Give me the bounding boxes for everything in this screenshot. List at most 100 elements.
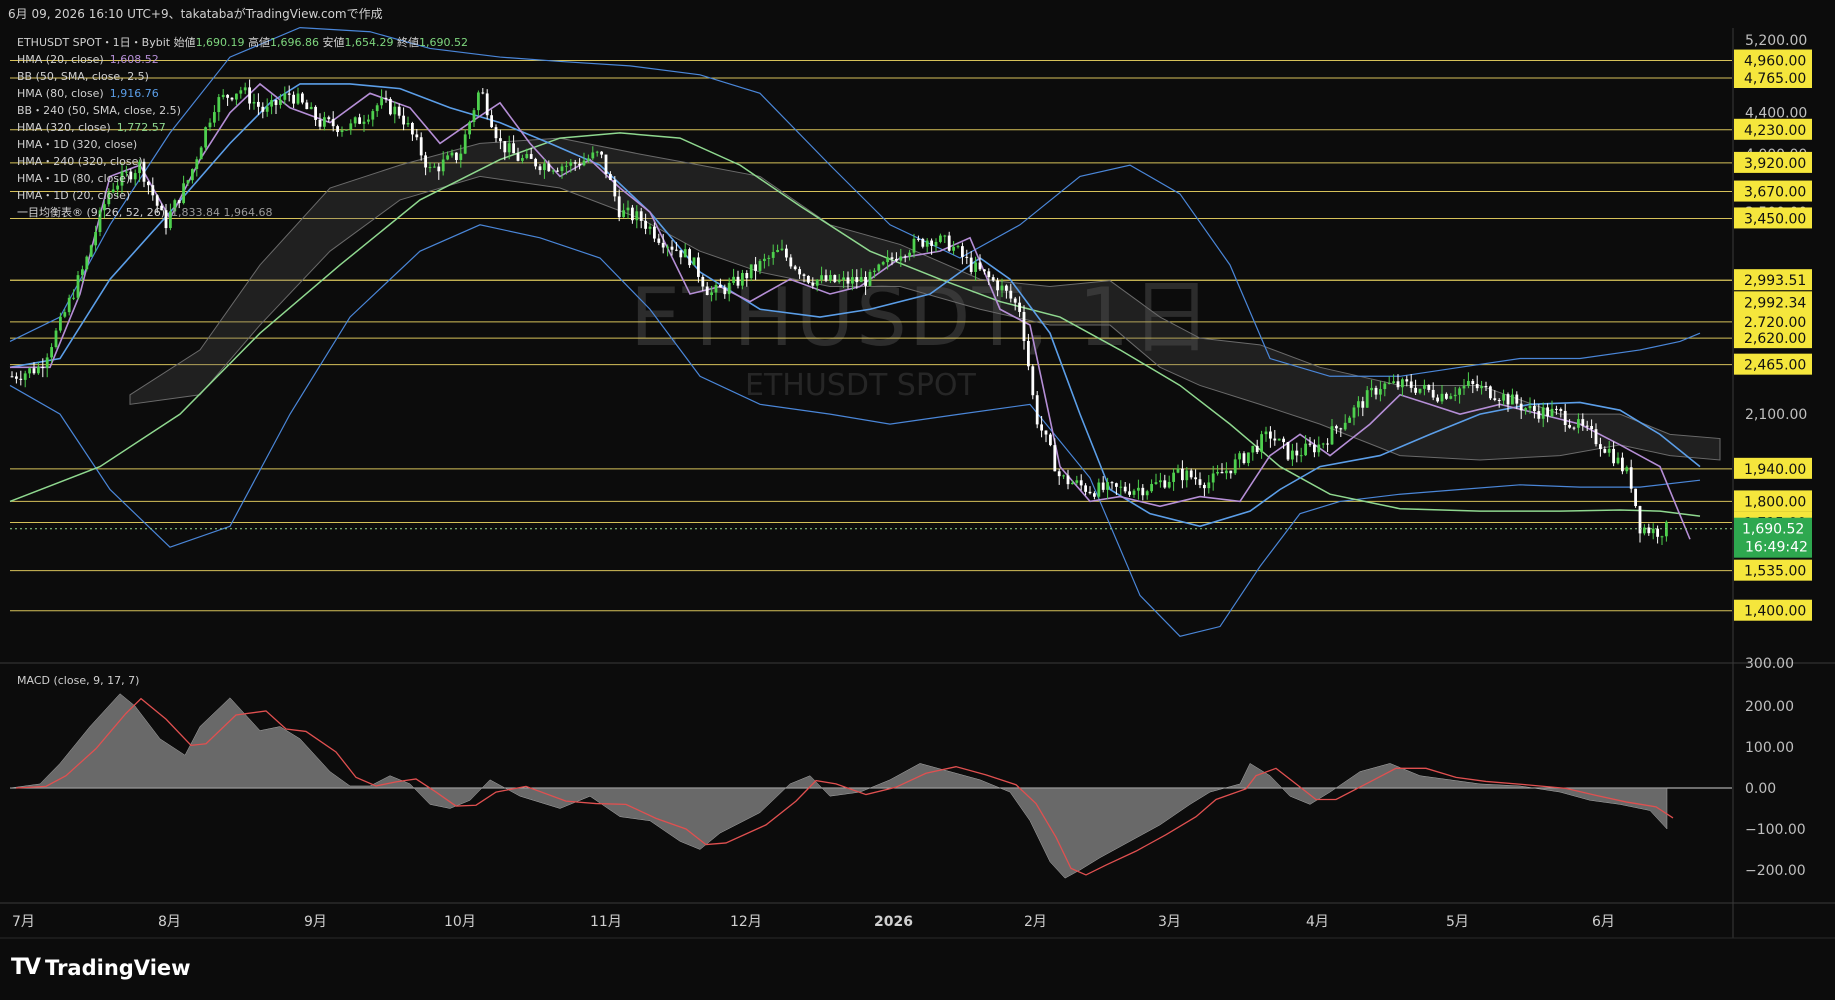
candle-body [1418,388,1422,393]
candle-body [1484,385,1488,387]
candle-body [1607,448,1611,453]
time-axis-label: 8月 [158,914,181,930]
candle-body [41,366,45,369]
candle-body [1075,480,1079,483]
candle-body [1383,383,1387,390]
candle-body [1128,491,1131,495]
candle-body [1436,397,1439,402]
candle-body [1181,468,1184,481]
candle-body [1022,311,1026,341]
candle-body [525,154,529,159]
candle-body [1480,385,1483,389]
candle-body [507,143,511,153]
open-label: 始値 [173,36,196,49]
legend-item[interactable]: BB (50, SMA, close, 2.5) [17,68,468,85]
candle-body [609,174,612,180]
legend-item-value: 1,833.84 1,964.68 [171,206,273,219]
candle-body [1005,285,1008,291]
candle-body [925,240,929,247]
candle-body [1062,475,1065,477]
legend-item[interactable]: HMA・1D (80, close) [17,170,468,187]
candle-body [1216,472,1219,474]
candle-body [855,277,859,283]
candle-body [499,138,502,142]
candle-body [622,210,625,218]
legend-item[interactable]: HMA (80, close) 1,916.76 [17,85,468,102]
candle-body [1066,475,1070,485]
indicator-legend: ETHUSDT SPOT・1日・Bybit 始値1,690.19 高値1,696… [17,34,468,221]
candle-body [903,256,907,258]
candle-body [72,297,75,299]
time-axis-label: 5月 [1446,914,1469,930]
low-value: 1,654.29 [344,36,394,49]
high-label: 高値 [248,36,271,49]
candle-body [1387,382,1391,384]
candle-body [1339,428,1343,430]
candle-body [1220,472,1224,474]
tradingview-logo[interactable]: TV TradingView [11,955,191,980]
candle-body [1225,470,1228,474]
candle-body [1537,411,1541,419]
open-value: 1,690.19 [195,36,245,49]
candle-body [1594,429,1598,445]
candle-body [1299,455,1303,457]
candle-body [1541,407,1545,419]
candle-body [776,249,779,253]
legend-item[interactable]: BB・240 (50, SMA, close, 2.5) [17,102,468,119]
legend-item[interactable]: HMA・1D (320, close) [17,136,468,153]
candle-body [85,256,89,270]
candle-body [1647,527,1651,534]
candle-body [1009,290,1013,299]
candle-body [1330,426,1334,445]
candle-body [833,275,837,282]
level-label-text: 2,993.51 [1744,273,1806,289]
legend-item-value: 1,772.57 [116,121,166,134]
candle-body [983,269,986,272]
candle-body [710,292,713,296]
candle-body [547,163,551,172]
legend-item[interactable]: HMA・1D (20, close) [17,187,468,204]
legend-item-value: 1,608.52 [109,53,159,66]
candle-body [1625,467,1629,472]
level-label-text: 4,230.00 [1744,123,1806,139]
candle-body [1260,434,1263,453]
candle-body [719,284,722,288]
legend-item-label: HMA・1D (320, close) [17,138,138,151]
candle-body [1568,424,1571,428]
candle-body [1379,389,1382,395]
candle-body [1396,381,1400,388]
time-axis-label: 2月 [1024,914,1047,930]
candle-body [1027,340,1030,367]
time-axis-label: 9月 [304,914,327,930]
legend-item-label: BB・240 (50, SMA, close, 2.5) [17,104,181,117]
candle-body [1506,394,1510,405]
candle-body [965,256,969,258]
candle-body [1660,536,1664,538]
candle-body [688,249,691,266]
candle-body [1365,390,1369,408]
legend-item[interactable]: HMA (20, close) 1,608.52 [17,51,468,68]
candle-body [578,163,581,166]
candle-body [1251,445,1255,453]
candle-body [1229,470,1233,474]
candle-body [1493,398,1497,401]
time-axis-label: 3月 [1158,914,1181,930]
candle-body [1489,386,1492,399]
candle-body [1185,470,1189,481]
legend-item[interactable]: HMA・240 (320, close) [17,153,468,170]
candle-body [1497,400,1501,402]
candle-body [1123,486,1127,492]
candle-body [1097,482,1101,497]
candle-body [1449,396,1453,399]
candle-body [582,160,586,166]
candle-body [666,246,669,248]
candle-body [1110,482,1114,484]
legend-item[interactable]: 一目均衡表® (9, 26, 52, 26) 1,833.84 1,964.68 [17,204,468,221]
candle-body [1405,379,1409,382]
candle-body [1137,487,1140,491]
symbol-ohlc-line: ETHUSDT SPOT・1日・Bybit 始値1,690.19 高値1,696… [17,34,468,51]
candle-body [1629,467,1633,489]
candle-body [1555,408,1558,410]
candle-body [1427,384,1431,390]
legend-item[interactable]: HMA (320, close) 1,772.57 [17,119,468,136]
